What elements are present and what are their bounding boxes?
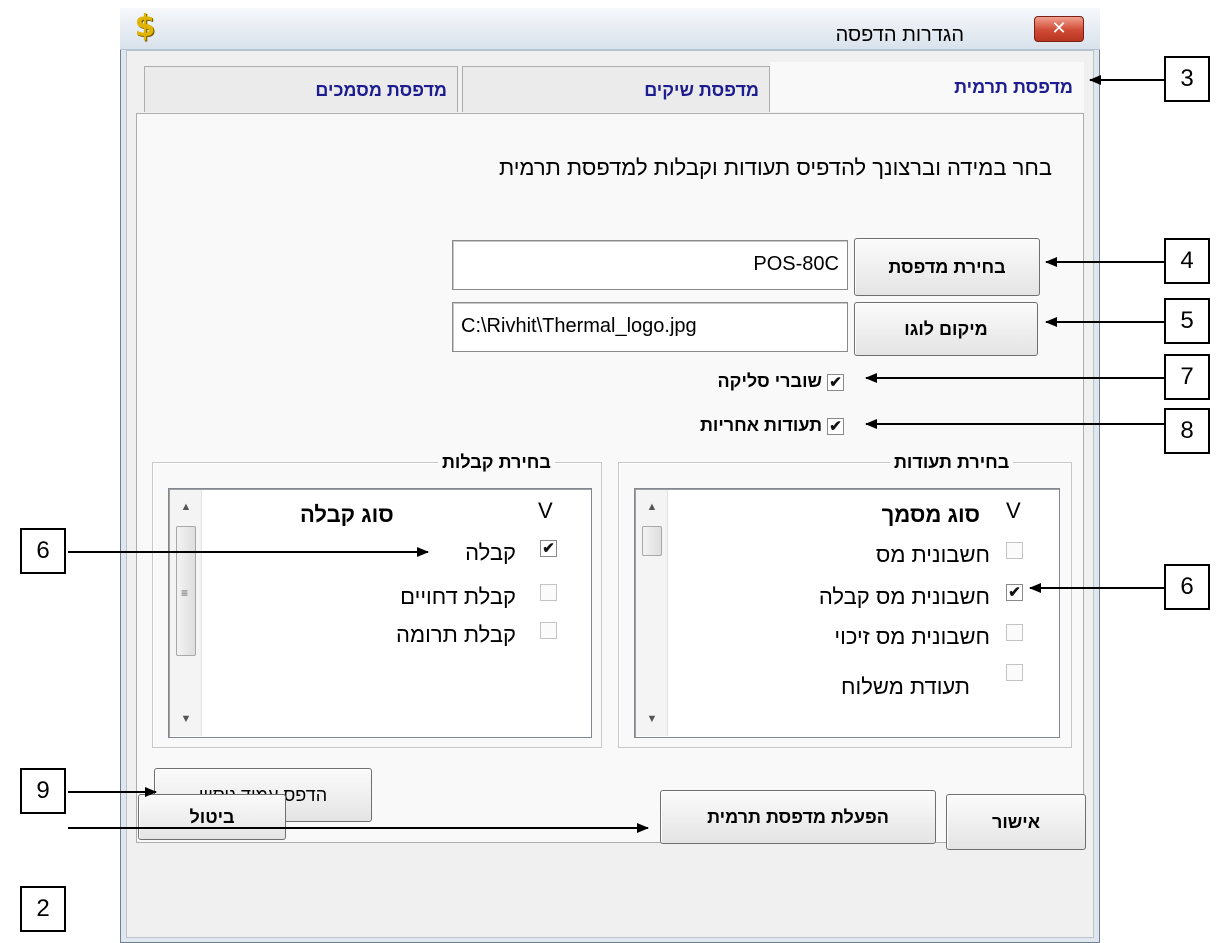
- tab-thermal-printer[interactable]: מדפסת תרמית: [770, 62, 1084, 112]
- callout-arrows: [68, 75, 1164, 833]
- callout-warranty: 8: [1164, 408, 1210, 454]
- callout-documents: 6: [1164, 564, 1210, 610]
- callout-logo: 5: [1164, 298, 1210, 344]
- tab-label: מדפסת תרמית: [954, 77, 1073, 97]
- callout-activate: 2: [20, 886, 66, 932]
- callout-printer: 4: [1164, 238, 1210, 284]
- callout-test-print: 9: [20, 768, 66, 814]
- callout-tabs: 3: [1164, 56, 1210, 102]
- callout-receipts: 6: [20, 528, 66, 574]
- callout-slips: 7: [1164, 354, 1210, 400]
